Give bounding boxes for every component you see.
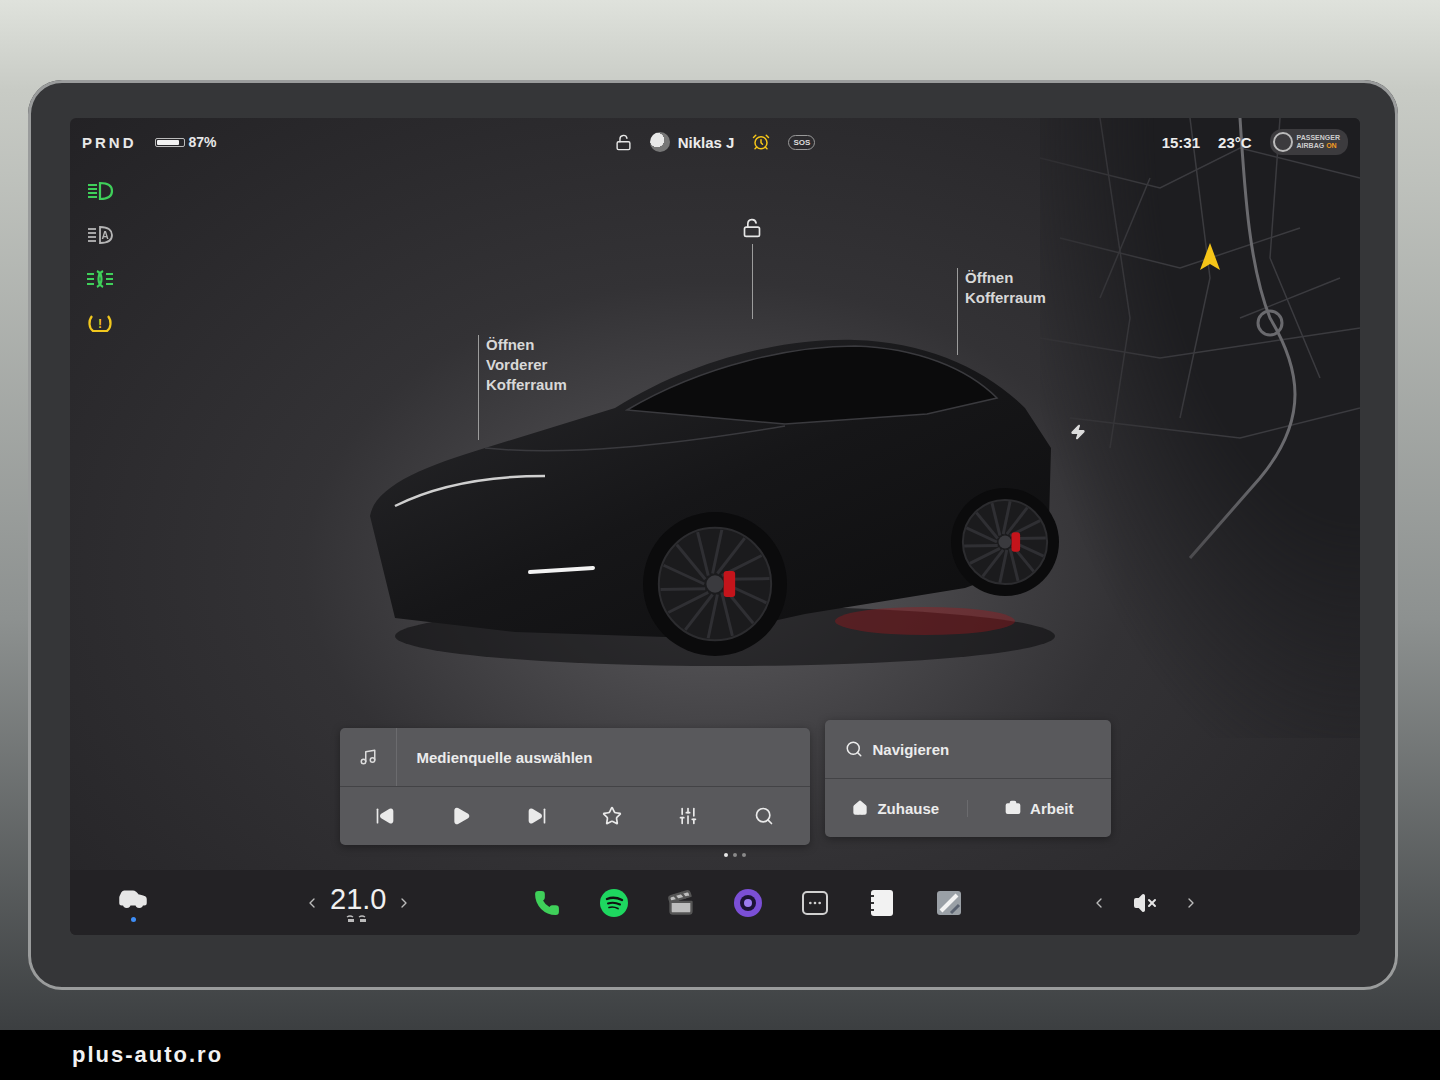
previous-button[interactable] — [365, 796, 405, 836]
more-app[interactable] — [798, 886, 832, 920]
play-icon — [451, 806, 471, 826]
climate: 21.0 — [304, 883, 412, 923]
camera-icon — [733, 888, 763, 918]
lock-open-icon — [742, 218, 762, 238]
volume-up-icon[interactable] — [1183, 895, 1199, 911]
front-trunk-button[interactable]: ÖffnenVordererKofferraum — [478, 335, 567, 440]
phone-app[interactable] — [530, 886, 564, 920]
wheel-icon — [643, 512, 787, 656]
door-lock-button[interactable] — [742, 218, 762, 319]
svg-text:A: A — [101, 230, 108, 241]
notes-icon — [869, 889, 895, 917]
equalizer-icon — [678, 806, 698, 826]
media-controls — [340, 787, 810, 845]
play-button[interactable] — [441, 796, 481, 836]
briefcase-icon — [1005, 800, 1021, 816]
auto-high-beam-icon: A — [85, 224, 115, 246]
temp-down-icon[interactable] — [304, 895, 320, 911]
cards: Medienquelle auswählen Navigieren ZuhauseA… — [130, 720, 1360, 870]
car-icon — [118, 883, 148, 913]
indicator — [85, 268, 115, 294]
car-scene: ÖffnenVordererKofferraum ÖffnenKofferraum — [130, 166, 1360, 720]
indicator: A — [85, 224, 115, 250]
more-icon — [802, 891, 828, 915]
search-icon — [754, 806, 774, 826]
volume-muted-icon[interactable] — [1133, 891, 1157, 915]
fog-lights-icon — [85, 268, 115, 290]
phone-icon — [534, 890, 560, 916]
work-shortcut[interactable]: Arbeit — [967, 800, 1111, 817]
clock: 15:31 — [1162, 134, 1200, 151]
star-icon — [602, 806, 622, 826]
position-arrow-icon — [1200, 243, 1220, 270]
previous-icon — [375, 806, 395, 826]
page-dots — [724, 853, 746, 857]
page-dot[interactable] — [724, 853, 728, 857]
airbag-icon — [1273, 132, 1293, 152]
map[interactable] — [1040, 118, 1360, 738]
home-shortcut[interactable]: Zuhause — [825, 800, 968, 817]
music-note-icon — [359, 748, 377, 766]
spotify-icon — [599, 888, 629, 918]
indicator — [85, 180, 115, 206]
page-dot[interactable] — [733, 853, 737, 857]
spotify-app[interactable] — [597, 886, 631, 920]
active-dot — [131, 917, 136, 922]
temp-up-icon[interactable] — [396, 895, 412, 911]
theater-app[interactable] — [664, 886, 698, 920]
home-icon — [852, 800, 868, 816]
climate-button[interactable]: 21.0 — [330, 883, 386, 923]
display-bezel: PRND 87% Niklas J SOS 15:31 23°C PASSENGERAIRB… — [28, 80, 1398, 990]
page: PRND 87% Niklas J SOS 15:31 23°C PASSENGERAIRB… — [0, 0, 1440, 1080]
lightning-icon — [1070, 424, 1086, 440]
car-icon[interactable] — [365, 336, 1065, 676]
media-card: Medienquelle auswählen — [340, 728, 810, 845]
alarm-icon[interactable] — [752, 133, 770, 151]
volume-down-icon[interactable] — [1091, 895, 1107, 911]
page-dot[interactable] — [742, 853, 746, 857]
theater-icon — [667, 889, 695, 917]
camera-app[interactable] — [731, 886, 765, 920]
notes-app[interactable] — [865, 886, 899, 920]
favorite-button[interactable] — [592, 796, 632, 836]
sos-badge[interactable]: SOS — [788, 135, 815, 150]
navigation-search[interactable]: Navigieren — [825, 720, 1111, 779]
volume — [1091, 891, 1199, 915]
photo: PRND 87% Niklas J SOS 15:31 23°C PASSENGERAIRB… — [0, 0, 1440, 1030]
equalizer-button[interactable] — [668, 796, 708, 836]
gear-selector: PRND — [82, 134, 137, 151]
navigation-card: Navigieren ZuhauseArbeit — [825, 720, 1111, 837]
media-source[interactable]: Medienquelle auswählen — [340, 728, 810, 787]
profile-icon — [650, 132, 670, 152]
headlights-icon — [85, 180, 115, 202]
dock: 21.0 — [70, 870, 1360, 935]
status-bar: PRND 87% Niklas J SOS 15:31 23°C PASSENGERAIRB… — [70, 118, 1360, 166]
profile[interactable]: Niklas J — [650, 132, 735, 152]
lock-open-icon[interactable] — [615, 134, 632, 151]
battery: 87% — [155, 134, 217, 150]
watermark: plus-auto.ro — [0, 1030, 1440, 1080]
toybox-app[interactable] — [932, 886, 966, 920]
center: ÖffnenVordererKofferraum ÖffnenKofferraum… — [130, 166, 1360, 870]
battery-icon — [155, 138, 185, 147]
car-button[interactable] — [117, 883, 149, 922]
next-icon — [527, 806, 547, 826]
search-icon — [845, 740, 863, 758]
indicators: A! — [70, 166, 130, 870]
airbag-badge: PASSENGERAIRBAG ON — [1270, 129, 1348, 155]
main: A! ÖffnenVordererKofferraum ÖffnenKofferra… — [70, 166, 1360, 870]
next-button[interactable] — [517, 796, 557, 836]
indicator: ! — [85, 312, 115, 338]
outside-temperature: 23°C — [1218, 134, 1252, 151]
app-launcher — [530, 886, 966, 920]
wheel-icon — [951, 488, 1059, 596]
touchscreen: PRND 87% Niklas J SOS 15:31 23°C PASSENGERAIRB… — [70, 118, 1360, 935]
charge-port-button[interactable] — [1070, 424, 1086, 444]
search-button[interactable] — [744, 796, 784, 836]
trunk-button[interactable]: ÖffnenKofferraum — [957, 268, 1046, 355]
toybox-icon — [935, 889, 963, 917]
seat-heat-icon — [345, 915, 371, 923]
tire-pressure-icon: ! — [85, 312, 115, 334]
svg-text:!: ! — [98, 317, 102, 331]
